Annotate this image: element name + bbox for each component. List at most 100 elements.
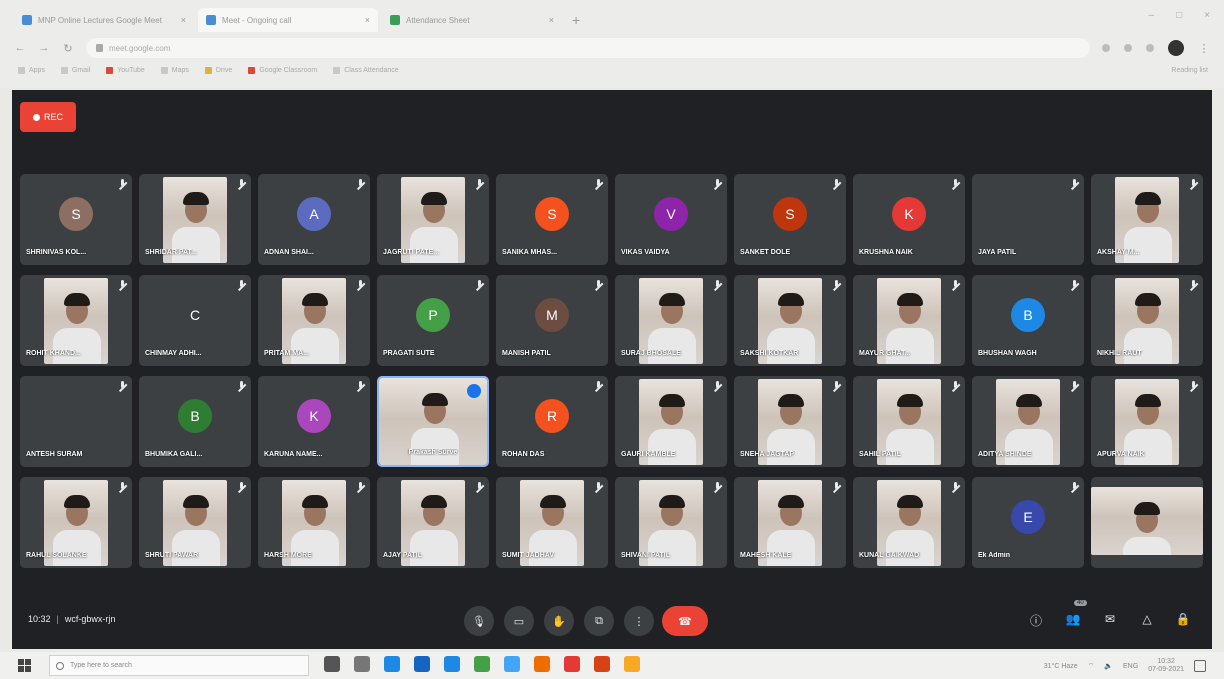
close-tab-icon[interactable]: × bbox=[549, 15, 554, 25]
participant-tile[interactable]: ADITYA SHINDE bbox=[972, 376, 1084, 467]
chrome-icon[interactable] bbox=[594, 656, 610, 672]
chrome-icon[interactable] bbox=[474, 656, 490, 672]
meeting-details-button[interactable]: ⓘ bbox=[1027, 612, 1045, 629]
puzzle-icon[interactable] bbox=[1146, 44, 1154, 52]
participant-tile[interactable]: NIKHIL RAUT bbox=[1091, 275, 1203, 366]
camera-button[interactable]: ▭ bbox=[504, 606, 534, 636]
participant-tile[interactable]: SHRIDAR PAT... bbox=[139, 174, 251, 265]
taskbar-search[interactable]: Type here to search bbox=[49, 655, 309, 676]
browser-tab[interactable]: Attendance Sheet × bbox=[382, 8, 562, 32]
more-options-button[interactable]: ⋮ bbox=[624, 606, 654, 636]
bookmark-item[interactable]: Drive bbox=[204, 67, 232, 74]
participant-tile[interactable]: V VIKAS VAIDYA bbox=[615, 174, 727, 265]
chrome-icon[interactable] bbox=[564, 656, 580, 672]
network-icon[interactable]: ⌔ bbox=[1088, 662, 1095, 671]
raise-hand-button[interactable]: ✋ bbox=[544, 606, 574, 636]
extension-icon[interactable] bbox=[1124, 44, 1132, 52]
profile-avatar[interactable] bbox=[1168, 40, 1184, 56]
app-icon[interactable] bbox=[534, 656, 550, 672]
star-icon[interactable] bbox=[1102, 44, 1110, 52]
participant-tile[interactable]: SHIVANI PATIL bbox=[615, 477, 727, 568]
cortana-icon[interactable] bbox=[324, 656, 340, 672]
bookmark-item[interactable]: Gmail bbox=[60, 67, 90, 74]
reading-list-button[interactable]: Reading list bbox=[1171, 67, 1208, 74]
mail-icon[interactable] bbox=[444, 656, 460, 672]
edge-icon[interactable] bbox=[384, 656, 400, 672]
participant-tile[interactable]: B BHUSHAN WAGH bbox=[972, 275, 1084, 366]
participant-tile[interactable]: SAHIL PATIL bbox=[853, 376, 965, 467]
participant-tile[interactable]: AJAY PATIL bbox=[377, 477, 489, 568]
participant-tile[interactable]: SHRUTI PAWAR bbox=[139, 477, 251, 568]
participant-tile[interactable]: C CHINMAY ADHI... bbox=[139, 275, 251, 366]
participant-tile[interactable]: S SANKET DOLE bbox=[734, 174, 846, 265]
participant-tile[interactable]: SNEHA JAGTAP bbox=[734, 376, 846, 467]
participant-tile[interactable]: K KRUSHNA NAIK bbox=[853, 174, 965, 265]
participant-tile[interactable]: S SANIKA MHAS... bbox=[496, 174, 608, 265]
participant-tile[interactable]: ROHIT KHAND... bbox=[20, 275, 132, 366]
participant-tile[interactable]: MAHESH KALE bbox=[734, 477, 846, 568]
participant-tile[interactable]: A ADNAN SHAI... bbox=[258, 174, 370, 265]
participant-tile[interactable]: E Ek Admin bbox=[972, 477, 1084, 568]
participant-tile[interactable]: PRITAM MA... bbox=[258, 275, 370, 366]
bookmark-item[interactable]: Apps bbox=[18, 67, 45, 74]
participant-tile[interactable]: SAKSHI KOTKAR bbox=[734, 275, 846, 366]
address-bar[interactable]: meet.google.com bbox=[86, 38, 1090, 58]
participant-tile[interactable]: MAYUR GHAT... bbox=[853, 275, 965, 366]
bookmark-item[interactable]: Maps bbox=[160, 67, 189, 74]
participant-tile[interactable]: R ROHAN DAS bbox=[496, 376, 608, 467]
taskbar-clock[interactable]: 10:32 07-09-2021 bbox=[1148, 658, 1184, 674]
activities-icon: △ bbox=[1142, 612, 1152, 626]
end-call-button[interactable]: ☎ bbox=[662, 606, 708, 636]
host-controls-button[interactable]: 🔒 bbox=[1174, 612, 1192, 626]
participant-tile[interactable]: RAHUL SOLANKE bbox=[20, 477, 132, 568]
participant-tile[interactable]: B BHUMIKA GALI... bbox=[139, 376, 251, 467]
participant-tile[interactable]: SURAJ BHOSALE bbox=[615, 275, 727, 366]
participant-tile[interactable]: HARSH MORE bbox=[258, 477, 370, 568]
present-button[interactable]: ⧉ bbox=[584, 606, 614, 636]
windows-start-icon[interactable] bbox=[18, 659, 31, 672]
browser-tab[interactable]: Meet - Ongoing call × bbox=[198, 8, 378, 32]
file-explorer-icon[interactable] bbox=[504, 656, 520, 672]
participant-tile[interactable]: JAYA PATIL bbox=[972, 174, 1084, 265]
participant-tile[interactable]: S SHRINIVAS KOL... bbox=[20, 174, 132, 265]
video-person-body bbox=[172, 530, 220, 566]
participant-tile[interactable]: GAURI KAMBLE bbox=[615, 376, 727, 467]
close-tab-icon[interactable]: × bbox=[181, 15, 186, 25]
forward-icon[interactable]: → bbox=[38, 42, 50, 54]
chat-button[interactable]: ✉ bbox=[1101, 612, 1119, 626]
new-tab-button[interactable]: + bbox=[566, 8, 586, 32]
volume-icon[interactable]: 🔈 bbox=[1104, 662, 1113, 670]
participant-tile[interactable]: P PRAGATI SUTE bbox=[377, 275, 489, 366]
participant-tile[interactable]: SUMIT JADHAV bbox=[496, 477, 608, 568]
participant-tile[interactable]: ANTESH SURAM bbox=[20, 376, 132, 467]
language-text[interactable]: ENG bbox=[1123, 663, 1138, 670]
participant-tile[interactable]: KUNAL GAIKWAD bbox=[853, 477, 965, 568]
notification-icon[interactable] bbox=[1194, 660, 1206, 672]
participant-tile[interactable]: M MANISH PATIL bbox=[496, 275, 608, 366]
maximize-button[interactable]: □ bbox=[1176, 10, 1182, 21]
browser-tab[interactable]: MNP Online Lectures Google Meet × bbox=[14, 8, 194, 32]
close-window-button[interactable]: × bbox=[1204, 10, 1210, 21]
task-view-icon[interactable] bbox=[354, 656, 370, 672]
participant-tile[interactable]: Prakash Surve bbox=[377, 376, 489, 467]
bookmark-item[interactable]: YouTube bbox=[106, 67, 145, 74]
close-tab-icon[interactable]: × bbox=[365, 15, 370, 25]
mic-button[interactable]: 🎙 bbox=[464, 606, 494, 636]
weather-text[interactable]: 31°C Haze bbox=[1044, 663, 1078, 670]
menu-icon[interactable]: ⋮ bbox=[1198, 42, 1210, 55]
bookmark-item[interactable]: Class Attendance bbox=[333, 67, 399, 74]
participant-tile[interactable] bbox=[1091, 477, 1203, 568]
activities-button[interactable]: △ bbox=[1138, 612, 1156, 626]
participant-tile[interactable]: K KARUNA NAME... bbox=[258, 376, 370, 467]
people-button[interactable]: 👥 bbox=[1064, 612, 1082, 626]
bookmark-item[interactable]: Google Classroom bbox=[248, 67, 317, 74]
participant-tile[interactable]: APURVA NAIK bbox=[1091, 376, 1203, 467]
sticky-notes-icon[interactable] bbox=[624, 656, 640, 672]
minimize-button[interactable]: – bbox=[1149, 10, 1155, 21]
reload-icon[interactable]: ↻ bbox=[62, 42, 74, 55]
participant-tile[interactable]: AKSHAY M... bbox=[1091, 174, 1203, 265]
participant-tile[interactable]: JAGRUTI PATE... bbox=[377, 174, 489, 265]
back-icon[interactable]: ← bbox=[14, 42, 26, 54]
record-dot-icon bbox=[32, 113, 40, 121]
store-icon[interactable] bbox=[414, 656, 430, 672]
